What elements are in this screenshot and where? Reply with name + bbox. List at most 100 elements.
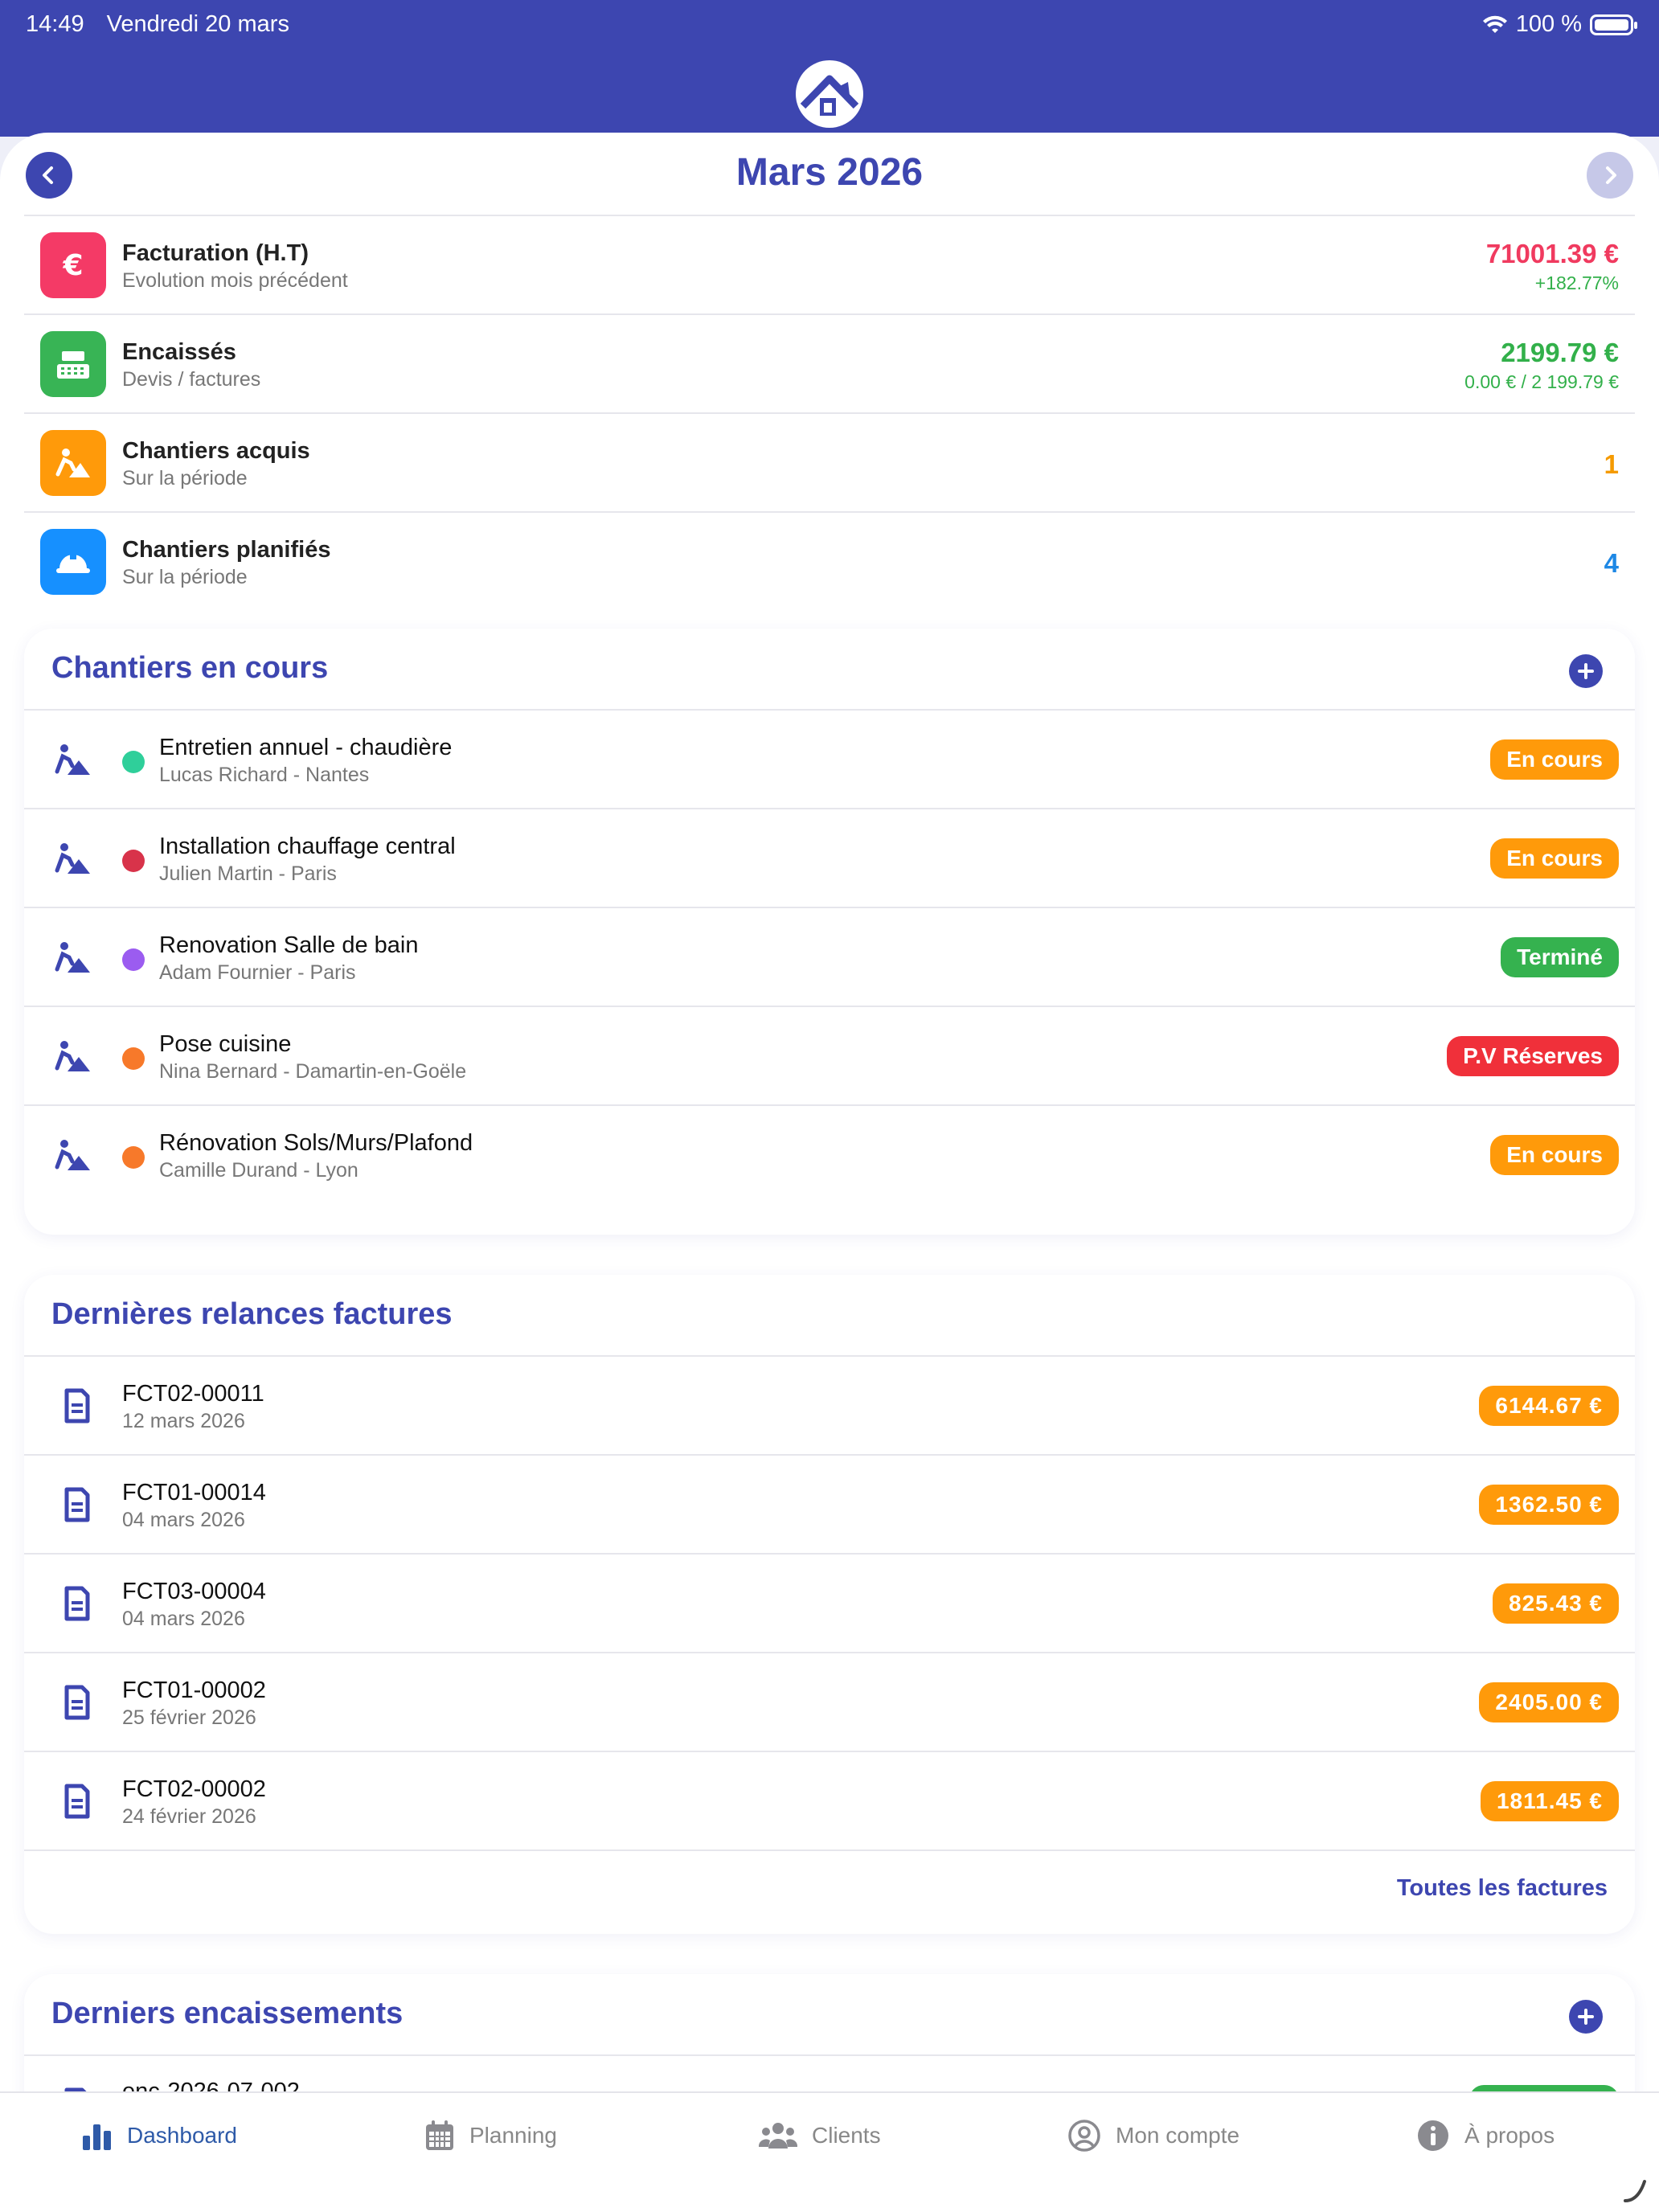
tab-mon-compte[interactable]: Mon compte [1067, 2116, 1239, 2156]
invoice-row[interactable]: FCT01-00002 25 février 2026 2405.00 € [24, 1652, 1635, 1751]
status-bar-right: 100 % [1482, 11, 1637, 38]
chantiers-card: Chantiers en cours Entretien annuel - ch… [24, 629, 1635, 1235]
kpi-facturation[interactable]: € Facturation (H.T) Evolution mois précé… [24, 215, 1635, 313]
card-title: Dernières relances factures [51, 1297, 453, 1331]
status-dot [122, 1146, 145, 1169]
invoice-date: 04 mars 2026 [122, 1509, 245, 1531]
chantier-client: Nina Bernard - Damartin-en-Goële [159, 1060, 467, 1083]
status-badge: En cours [1490, 739, 1619, 780]
card-title: Chantiers en cours [51, 651, 329, 685]
all-invoices-link[interactable]: Toutes les factures [1397, 1875, 1608, 1902]
status-badge: P.V Réserves [1447, 1036, 1619, 1076]
chantier-row[interactable]: Pose cuisine Nina Bernard - Damartin-en-… [24, 1006, 1635, 1104]
amount-badge: 1811.45 € [1480, 1781, 1619, 1821]
status-dot [122, 948, 145, 971]
invoice-icon [64, 1388, 90, 1423]
cash-register-icon [40, 331, 106, 397]
user-circle-icon [1068, 2120, 1100, 2152]
users-icon [759, 2123, 797, 2149]
kpi-secondary-value: 0.00 € / 2 199.79 € [1464, 371, 1619, 392]
chantier-title: Installation chauffage central [159, 834, 456, 859]
worker-icon [55, 942, 90, 973]
chantier-title: Pose cuisine [159, 1031, 292, 1057]
tab-label: Mon compte [1116, 2123, 1240, 2148]
plus-icon [1578, 2009, 1594, 2025]
kpi-encaisses[interactable]: Encaissés Devis / factures 2199.79 € 0.0… [24, 313, 1635, 412]
invoice-row[interactable]: FCT03-00004 04 mars 2026 825.43 € [24, 1553, 1635, 1652]
tab-label: Planning [469, 2123, 557, 2148]
amount-badge: 1362.50 € [1479, 1485, 1619, 1525]
worker-icon [55, 843, 90, 874]
invoice-icon [64, 1487, 90, 1522]
worker-icon [55, 744, 90, 775]
svg-text:€: € [62, 249, 83, 282]
invoice-icon [64, 1586, 90, 1621]
kpi-chantiers-acquis[interactable]: Chantiers acquis Sur la période 1 [24, 412, 1635, 511]
chantier-client: Camille Durand - Lyon [159, 1159, 358, 1182]
chantier-row[interactable]: Entretien annuel - chaudière Lucas Richa… [24, 709, 1635, 808]
invoice-icon [64, 1685, 90, 1720]
amount-badge: 6144.67 € [1479, 1386, 1619, 1426]
invoice-date: 04 mars 2026 [122, 1608, 245, 1630]
tab-label: Clients [812, 2123, 881, 2148]
invoice-ref: FCT01-00002 [122, 1677, 266, 1703]
tab-label: À propos [1464, 2123, 1555, 2148]
chevron-right-icon [1606, 166, 1616, 184]
worker-icon [55, 1140, 90, 1170]
kpi-value: 4 [1604, 548, 1619, 578]
chantier-row[interactable]: Rénovation Sols/Murs/Plafond Camille Dur… [24, 1104, 1635, 1203]
kpi-subtitle: Sur la période [122, 467, 248, 490]
status-bar-left: 14:49 Vendredi 20 mars [26, 11, 305, 38]
invoice-date: 25 février 2026 [122, 1706, 256, 1729]
kpi-title: Chantiers planifiés [122, 537, 331, 563]
status-badge: Terminé [1501, 937, 1619, 977]
invoice-ref: FCT01-00014 [122, 1480, 266, 1505]
invoice-icon [64, 1784, 90, 1819]
month-navigator: Mars 2026 [0, 133, 1659, 215]
chantier-title: Entretien annuel - chaudière [159, 735, 453, 760]
status-date: Vendredi 20 mars [106, 11, 289, 37]
tab-label: Dashboard [127, 2123, 237, 2148]
kpi-chantiers-planifies[interactable]: Chantiers planifiés Sur la période 4 [24, 511, 1635, 610]
battery-icon [1590, 14, 1637, 35]
euro-icon: € [40, 232, 106, 298]
invoice-ref: FCT02-00011 [122, 1381, 264, 1407]
kpi-title: Encaissés [122, 339, 236, 365]
add-chantier-button[interactable] [1569, 654, 1603, 688]
invoice-date: 12 mars 2026 [122, 1410, 245, 1432]
tab-planning[interactable]: Planning [424, 2116, 557, 2156]
tab-clients[interactable]: Clients [759, 2116, 881, 2156]
tab-dashboard[interactable]: Dashboard [80, 2116, 237, 2156]
amount-badge: 2405.00 € [1479, 1682, 1619, 1722]
kpi-subtitle: Devis / factures [122, 368, 261, 391]
kpi-value: 2199.79 € [1501, 338, 1619, 367]
kpi-title: Chantiers acquis [122, 438, 310, 464]
info-icon [1418, 2120, 1448, 2151]
status-dot [122, 751, 145, 773]
kpi-subtitle: Evolution mois précédent [122, 269, 348, 292]
worker-icon [55, 1041, 90, 1071]
top-header: 14:49 Vendredi 20 mars 100 % [0, 0, 1659, 137]
kpi-title: Facturation (H.T) [122, 240, 309, 266]
tab-a-propos[interactable]: À propos [1416, 2116, 1555, 2156]
bottom-tab-bar: Dashboard Planning Clients Mon compte À … [0, 2091, 1659, 2212]
invoice-row[interactable]: FCT01-00014 04 mars 2026 1362.50 € [24, 1454, 1635, 1553]
invoice-row[interactable]: FCT02-00011 12 mars 2026 6144.67 € [24, 1355, 1635, 1454]
add-encaissement-button[interactable] [1569, 2000, 1603, 2034]
invoice-ref: FCT02-00002 [122, 1776, 266, 1802]
wifi-icon [1482, 15, 1507, 33]
relances-card: Dernières relances factures FCT02-00011 … [24, 1275, 1635, 1934]
status-dot [122, 1047, 145, 1070]
battery-percent: 100 % [1515, 11, 1582, 37]
month-title: Mars 2026 [735, 151, 924, 194]
next-month-button[interactable] [1587, 152, 1633, 199]
chantier-row[interactable]: Installation chauffage central Julien Ma… [24, 808, 1635, 907]
invoice-ref: FCT03-00004 [122, 1579, 266, 1604]
resize-corner-icon [1624, 2180, 1646, 2202]
chantier-row[interactable]: Renovation Salle de bain Adam Fournier -… [24, 907, 1635, 1006]
worker-icon [40, 430, 106, 496]
amount-badge: 825.43 € [1493, 1583, 1619, 1624]
card-footer: Toutes les factures [24, 1849, 1635, 1934]
status-dot [122, 850, 145, 872]
invoice-row[interactable]: FCT02-00002 24 février 2026 1811.45 € [24, 1751, 1635, 1849]
